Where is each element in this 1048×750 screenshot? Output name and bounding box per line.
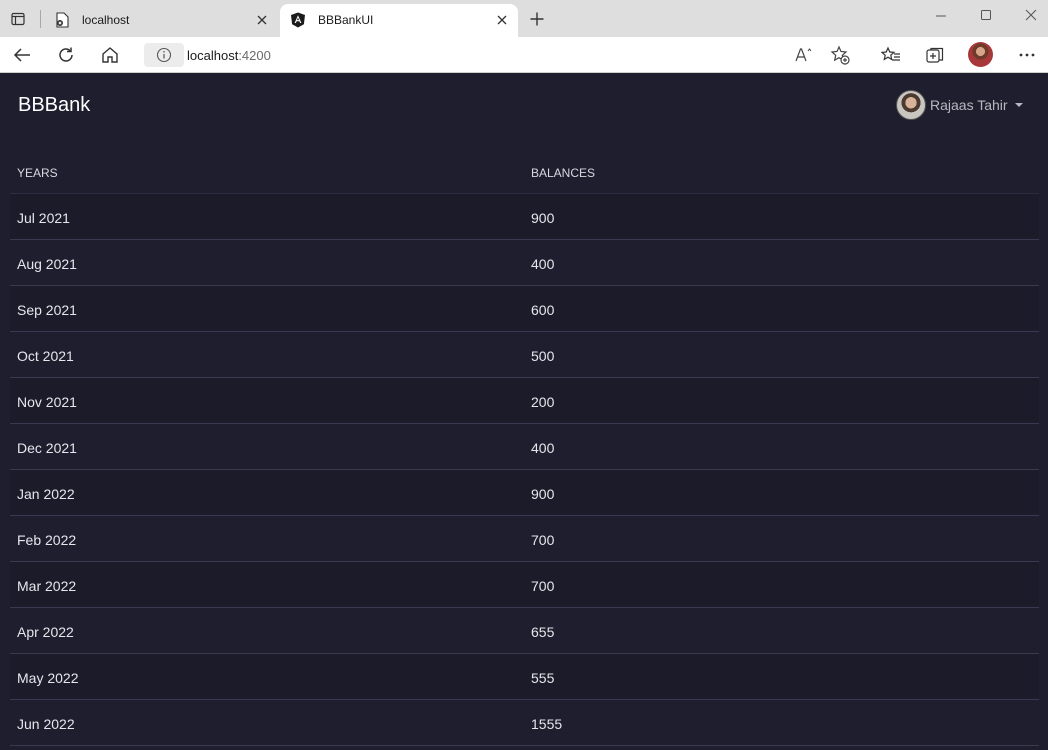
year-cell: Sep 2021 (17, 302, 77, 318)
table-row: Jun 2022 1555 (10, 700, 1039, 746)
add-favorite-icon[interactable] (828, 43, 852, 67)
year-cell: Nov 2021 (17, 394, 77, 410)
table-row: Oct 2021 500 (10, 332, 1039, 378)
column-header-balances: BALANCES (531, 166, 596, 180)
table-row: Sep 2021 600 (10, 286, 1039, 332)
close-tab-icon[interactable] (254, 12, 270, 28)
year-cell: Jul 2021 (17, 210, 70, 226)
year-cell: Oct 2021 (17, 348, 74, 364)
url-text[interactable]: localhost:4200 (187, 48, 271, 63)
balances-table: YEARS BALANCES Jul 2021 900 Aug 2021 400 S… (10, 150, 1039, 746)
user-menu-dropdown[interactable]: Rajaas Tahir (896, 90, 1023, 120)
year-cell: Dec 2021 (17, 440, 77, 456)
table-row: Jul 2021 900 (10, 194, 1039, 240)
year-cell: Apr 2022 (17, 624, 74, 640)
read-aloud-icon[interactable] (792, 43, 816, 67)
close-window-icon[interactable] (1020, 4, 1042, 26)
brand-title[interactable]: BBBank (18, 94, 90, 116)
page-error-icon (54, 12, 70, 28)
balance-cell: 700 (531, 532, 555, 548)
url-host: localhost (187, 48, 239, 63)
home-icon[interactable] (97, 42, 123, 68)
balance-cell: 1555 (531, 716, 563, 732)
back-icon[interactable] (9, 42, 35, 68)
table-row: Aug 2021 400 (10, 240, 1039, 286)
year-cell: Feb 2022 (17, 532, 77, 548)
year-cell: May 2022 (17, 670, 79, 686)
user-name: Rajaas Tahir (930, 97, 1008, 113)
minimize-icon[interactable] (930, 4, 952, 26)
browser-tab-strip: localhost BBBankUI (0, 0, 1048, 37)
year-cell: Jun 2022 (17, 716, 75, 732)
tab-actions-icon[interactable] (8, 9, 28, 29)
balance-cell: 700 (531, 578, 555, 594)
table-row: Apr 2022 655 (10, 608, 1039, 654)
angular-icon (290, 12, 306, 28)
app-header: BBBank Rajaas Tahir (0, 74, 1048, 134)
tab-localhost[interactable]: localhost (44, 4, 278, 37)
browser-toolbar: localhost:4200 (0, 37, 1048, 73)
balance-cell: 500 (531, 348, 555, 364)
table-row: Jan 2022 900 (10, 470, 1039, 516)
balance-cell: 655 (531, 624, 555, 640)
more-icon[interactable] (1014, 42, 1040, 68)
collections-icon[interactable] (922, 42, 948, 68)
year-cell: Aug 2021 (17, 256, 77, 272)
table-row: Feb 2022 700 (10, 516, 1039, 562)
table-row: Nov 2021 200 (10, 378, 1039, 424)
column-header-years: YEARS (17, 166, 58, 180)
user-avatar (896, 90, 926, 120)
chevron-down-icon (1014, 103, 1023, 107)
tab-separator (40, 10, 41, 28)
balance-cell: 400 (531, 440, 555, 456)
close-tab-icon[interactable] (494, 12, 510, 28)
balance-cell: 400 (531, 256, 555, 272)
balance-cell: 200 (531, 394, 555, 410)
balance-cell: 900 (531, 210, 555, 226)
maximize-icon[interactable] (975, 4, 997, 26)
table-row: May 2022 555 (10, 654, 1039, 700)
site-info-icon[interactable] (144, 43, 184, 67)
balance-cell: 900 (531, 486, 555, 502)
tab-title: BBBankUI (318, 13, 374, 27)
url-port: :4200 (238, 48, 271, 63)
year-cell: Mar 2022 (17, 578, 77, 594)
profile-avatar[interactable] (968, 42, 993, 67)
refresh-icon[interactable] (53, 42, 79, 68)
new-tab-icon[interactable] (526, 8, 548, 30)
balance-cell: 555 (531, 670, 555, 686)
year-cell: Jan 2022 (17, 486, 75, 502)
table-row: Dec 2021 400 (10, 424, 1039, 470)
balance-cell: 600 (531, 302, 555, 318)
favorites-icon[interactable] (878, 42, 904, 68)
address-bar[interactable]: localhost:4200 (140, 40, 864, 70)
tab-bbbankui[interactable]: BBBankUI (280, 4, 518, 37)
tab-title: localhost (82, 13, 130, 27)
table-row: Mar 2022 700 (10, 562, 1039, 608)
table-header-row: YEARS BALANCES (10, 150, 1039, 194)
